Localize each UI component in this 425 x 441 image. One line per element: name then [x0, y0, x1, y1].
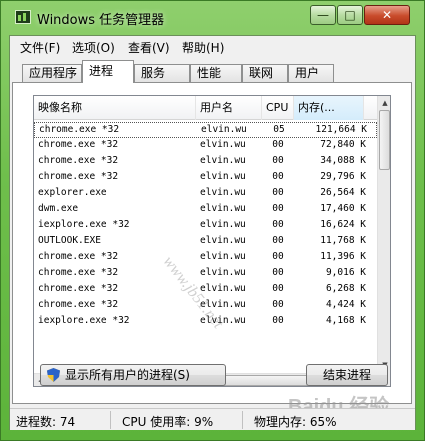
show-all-users-label: 显示所有用户的进程(S)	[65, 368, 190, 382]
process-memory: 4,168 K	[325, 315, 366, 326]
process-memory: 17,460 K	[320, 203, 366, 214]
process-name: OUTLOOK.EXE	[38, 235, 101, 246]
process-user: elvin.wu	[200, 251, 246, 262]
process-memory: 11,768 K	[320, 235, 366, 246]
tab-strip: 应用程序 进程 服务 性能 联网 用户	[10, 60, 415, 84]
process-memory: 4,424 K	[325, 299, 366, 310]
menu-options[interactable]: 选项(O)	[72, 39, 115, 56]
status-separator	[110, 411, 111, 429]
process-cpu: 00	[272, 315, 284, 326]
window-title: Windows 任务管理器	[37, 13, 165, 28]
column-image-name[interactable]: 映像名称	[34, 96, 196, 120]
process-name: iexplore.exe *32	[38, 315, 130, 326]
tab-networking[interactable]: 联网	[242, 64, 288, 82]
table-row[interactable]: OUTLOOK.EXE elvin.wu 00 11,768 K	[34, 234, 377, 250]
end-process-button[interactable]: 结束进程	[306, 364, 388, 386]
process-cpu: 00	[272, 155, 284, 166]
process-user: elvin.wu	[200, 171, 246, 182]
table-row[interactable]: iexplore.exe *32 elvin.wu 00 16,624 K	[34, 218, 377, 234]
process-memory: 11,396 K	[320, 251, 366, 262]
process-memory: 121,664 K	[315, 124, 367, 135]
shield-icon	[47, 368, 60, 382]
menu-bar: 文件(F) 选项(O) 查看(V) 帮助(H)	[10, 36, 415, 58]
process-name: chrome.exe *32	[38, 155, 119, 166]
table-row[interactable]: chrome.exe *32 elvin.wu 00 11,396 K	[34, 250, 377, 266]
process-name: explorer.exe	[38, 187, 107, 198]
process-user: elvin.wu	[200, 139, 246, 150]
process-name: chrome.exe *32	[38, 283, 119, 294]
process-user: elvin.wu	[201, 124, 247, 135]
process-name: iexplore.exe *32	[38, 219, 130, 230]
close-button[interactable]: ✕	[364, 5, 410, 25]
table-row[interactable]: chrome.exe *32 elvin.wu 00 72,840 K	[34, 138, 377, 154]
process-memory: 34,088 K	[320, 155, 366, 166]
process-name: chrome.exe *32	[38, 139, 119, 150]
process-cpu: 00	[272, 203, 284, 214]
title-bar[interactable]: Windows 任务管理器 — □ ✕	[1, 1, 424, 35]
maximize-button[interactable]: □	[337, 5, 363, 25]
menu-view[interactable]: 查看(V)	[128, 39, 170, 56]
process-rows: chrome.exe *32 elvin.wu 05 121,664 Kchrome.…	[34, 122, 377, 372]
tab-services[interactable]: 服务	[134, 64, 190, 82]
table-row[interactable]: chrome.exe *32 elvin.wu 00 9,016 K	[34, 266, 377, 282]
column-memory[interactable]: 内存(...	[294, 96, 364, 120]
column-cpu[interactable]: CPU	[262, 96, 294, 120]
process-user: elvin.wu	[200, 235, 246, 246]
column-user-name[interactable]: 用户名	[196, 96, 262, 120]
process-cpu: 00	[272, 187, 284, 198]
minimize-button[interactable]: —	[310, 5, 336, 25]
process-name: chrome.exe *32	[38, 171, 119, 182]
process-name: chrome.exe *32	[38, 299, 119, 310]
table-row[interactable]: chrome.exe *32 elvin.wu 05 121,664 K	[34, 122, 377, 138]
process-cpu: 00	[272, 251, 284, 262]
processes-panel: 映像名称 用户名 CPU 内存(... chrome.exe *32 elvin.…	[12, 82, 412, 404]
vertical-scrollbar[interactable]: ▲ ▼	[377, 96, 390, 373]
process-cpu: 00	[272, 139, 284, 150]
process-cpu: 00	[272, 299, 284, 310]
process-cpu: 00	[272, 283, 284, 294]
table-row[interactable]: chrome.exe *32 elvin.wu 00 34,088 K	[34, 154, 377, 170]
process-memory: 16,624 K	[320, 219, 366, 230]
task-manager-app-icon	[15, 10, 31, 24]
tab-performance[interactable]: 性能	[190, 64, 242, 82]
process-cpu: 00	[272, 171, 284, 182]
process-user: elvin.wu	[200, 219, 246, 230]
process-list-header: 映像名称 用户名 CPU 内存(...	[34, 96, 377, 120]
tab-applications[interactable]: 应用程序	[22, 64, 82, 82]
vertical-scroll-thumb[interactable]	[379, 110, 390, 170]
table-row[interactable]: explorer.exe elvin.wu 00 26,564 K	[34, 186, 377, 202]
tab-processes[interactable]: 进程	[82, 60, 134, 83]
process-cpu: 00	[272, 267, 284, 278]
scroll-up-arrow-icon[interactable]: ▲	[378, 96, 390, 110]
process-list[interactable]: 映像名称 用户名 CPU 内存(... chrome.exe *32 elvin.…	[33, 95, 391, 387]
process-user: elvin.wu	[200, 283, 246, 294]
process-memory: 72,840 K	[320, 139, 366, 150]
process-cpu: 00	[272, 219, 284, 230]
status-physical-memory: 物理内存: 65%	[254, 415, 337, 429]
window-body: 文件(F) 选项(O) 查看(V) 帮助(H) 应用程序 进程 服务 性能 联网…	[9, 35, 416, 430]
process-cpu: 00	[272, 235, 284, 246]
process-user: elvin.wu	[200, 155, 246, 166]
process-memory: 29,796 K	[320, 171, 366, 182]
process-name: dwm.exe	[38, 203, 79, 214]
status-process-count: 进程数: 74	[16, 415, 76, 429]
status-bar: 进程数: 74 CPU 使用率: 9% 物理内存: 65%	[10, 408, 415, 430]
process-cpu: 05	[273, 124, 285, 135]
table-row[interactable]: dwm.exe elvin.wu 00 17,460 K	[34, 202, 377, 218]
process-user: elvin.wu	[200, 187, 246, 198]
process-memory: 6,268 K	[325, 283, 366, 294]
process-user: elvin.wu	[200, 267, 246, 278]
process-name: chrome.exe *32	[39, 124, 120, 135]
tab-users[interactable]: 用户	[288, 64, 334, 82]
status-separator	[242, 411, 243, 429]
table-row[interactable]: chrome.exe *32 elvin.wu 00 29,796 K	[34, 170, 377, 186]
menu-file[interactable]: 文件(F)	[20, 39, 60, 56]
status-cpu-usage: CPU 使用率: 9%	[122, 415, 214, 429]
task-manager-window: Windows 任务管理器 — □ ✕ 文件(F) 选项(O) 查看(V) 帮助…	[0, 0, 425, 441]
process-user: elvin.wu	[200, 203, 246, 214]
process-memory: 26,564 K	[320, 187, 366, 198]
process-memory: 9,016 K	[325, 267, 366, 278]
menu-help[interactable]: 帮助(H)	[182, 39, 224, 56]
show-all-users-button[interactable]: 显示所有用户的进程(S)	[40, 364, 226, 386]
